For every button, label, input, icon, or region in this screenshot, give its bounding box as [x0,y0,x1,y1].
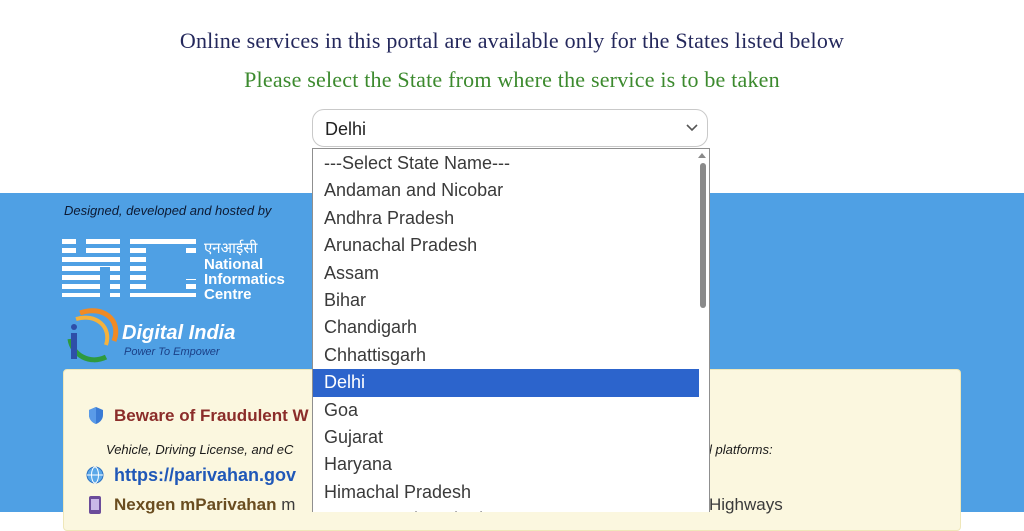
svg-text:Power To Empower: Power To Empower [124,346,221,358]
svg-text:Digital India: Digital India [122,322,235,344]
state-option[interactable]: Chandigarh [313,314,699,341]
fraud-warning-title: Beware of Fraudulent W [114,406,309,425]
state-option[interactable]: Andaman and Nicobar [313,177,699,204]
nexgen-mparivahan-text: Nexgen mParivahan m [114,495,296,514]
state-option[interactable]: Delhi [313,369,699,397]
state-option[interactable]: ---Select State Name--- [313,150,699,177]
select-state-instruction: Please select the State from where the s… [244,67,780,92]
state-option[interactable]: Himachal Pradesh [313,479,699,506]
fraud-warning-info: Vehicle, Driving License, and eC [106,442,294,457]
digital-india-logo: Digital India Power To Empower [67,308,235,363]
state-option[interactable]: Andhra Pradesh [313,205,699,232]
state-option[interactable]: Arunachal Pradesh [313,232,699,259]
nexgen-tail-text: Highways [709,495,783,514]
shield-icon [89,407,103,424]
fraud-warning-info-tail: l platforms: [709,442,773,457]
state-option[interactable]: Goa [313,397,699,424]
dropdown-scrollbar[interactable] [698,151,708,511]
state-option[interactable]: Chhattisgarh [313,342,699,369]
nic-logo: एनआईसी National Informatics Centre [62,237,285,299]
state-option[interactable]: Bihar [313,287,699,314]
svg-text:Centre: Centre [204,286,252,299]
mobile-phone-icon [89,496,101,514]
designed-by-text: Designed, developed and hosted by [64,203,272,218]
state-select[interactable]: Delhi [312,109,708,147]
state-select-value: Delhi [325,119,367,139]
state-dropdown-list[interactable]: ---Select State Name--- Andaman and Nicob… [312,148,710,512]
state-option[interactable]: Gujarat [313,424,699,451]
parivahan-link[interactable]: https://parivahan.gov [114,465,296,486]
scrollbar-thumb[interactable] [700,163,706,308]
state-option[interactable]: Assam [313,260,699,287]
availability-notice: Online services in this portal are avail… [179,28,845,53]
scroll-up-arrow-icon[interactable] [698,153,706,158]
state-option[interactable]: Jammu and Kashmir [313,506,699,512]
globe-icon [86,466,104,484]
chevron-down-icon [686,124,698,132]
state-option[interactable]: Haryana [313,451,699,478]
nic-hindi-name: एनआईसी [204,239,258,257]
